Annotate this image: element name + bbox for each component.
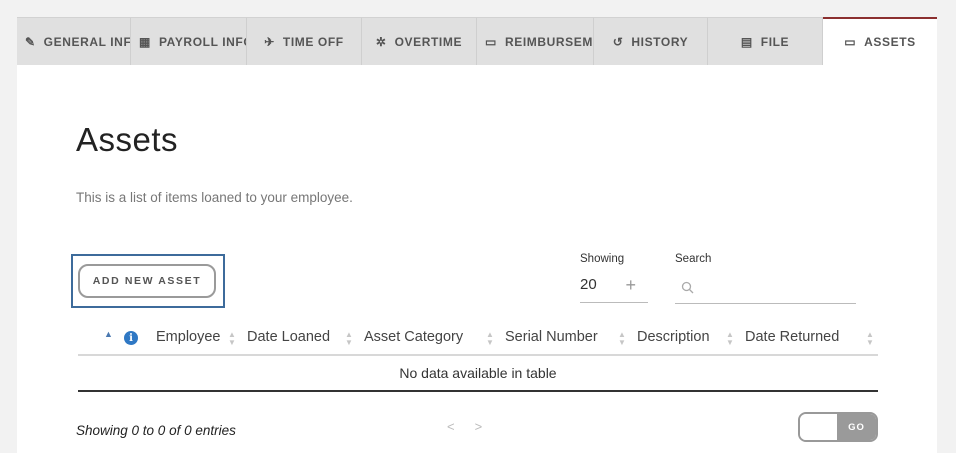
history-icon: ↺ <box>612 34 624 49</box>
assets-table: ▲ i Employee ▲ ▼ Date Loaned ▲ ▼ Asset Cat… <box>78 321 878 392</box>
search-input[interactable] <box>700 275 850 299</box>
column-description[interactable]: Description <box>637 329 710 345</box>
pencil-icon: ✎ <box>25 34 36 49</box>
tab-label: HISTORY <box>631 34 689 49</box>
gear-icon: ✲ <box>375 34 387 49</box>
search-icon <box>681 281 694 293</box>
empty-table-message: No data available in table <box>78 356 878 392</box>
info-icon[interactable]: i <box>124 331 138 345</box>
go-button[interactable]: GO <box>837 414 876 440</box>
page-subtitle: This is a list of items loaned to your e… <box>76 190 353 205</box>
plane-icon: ✈ <box>264 34 275 49</box>
previous-page-button[interactable]: < <box>447 419 455 434</box>
search-field[interactable] <box>675 271 856 304</box>
pagination: < > <box>447 419 482 434</box>
plus-icon[interactable]: + <box>625 276 636 294</box>
credit-card-icon: ▭ <box>485 34 497 49</box>
column-date-loaned[interactable]: Date Loaned <box>247 329 330 345</box>
tab-payroll-info[interactable]: ▦ PAYROLL INFO <box>131 17 247 65</box>
tab-file[interactable]: ▤ FILE <box>708 17 823 65</box>
sort-icon[interactable]: ▲ ▼ <box>618 331 626 347</box>
sort-icon[interactable]: ▲ ▼ <box>345 331 353 347</box>
archive-icon: ▤ <box>740 34 753 49</box>
table-header: ▲ i Employee ▲ ▼ Date Loaned ▲ ▼ Asset Cat… <box>78 321 878 356</box>
page-title: Assets <box>76 121 179 158</box>
tab-label: OVERTIME <box>394 34 463 49</box>
tab-label: FILE <box>760 34 790 49</box>
go-toggle[interactable]: GO <box>798 412 878 442</box>
toggle-knob <box>800 414 837 440</box>
sort-icon[interactable]: ▲ ▼ <box>486 331 494 347</box>
page-size-value: 20 <box>580 276 597 293</box>
tab-reimbursements[interactable]: ▭ REIMBURSEMENTS <box>477 17 594 65</box>
assets-panel: Assets This is a list of items loaned to… <box>17 65 937 453</box>
tab-overtime[interactable]: ✲ OVERTIME <box>362 17 477 65</box>
tab-label: TIME OFF <box>282 34 344 49</box>
tab-label: PAYROLL INFO <box>158 34 247 49</box>
column-serial-number[interactable]: Serial Number <box>505 329 598 345</box>
sort-icon[interactable]: ▲ ▼ <box>228 331 236 347</box>
tab-label: REIMBURSEMENTS <box>504 34 593 49</box>
sort-icon[interactable]: ▲ ▼ <box>866 331 874 347</box>
tab-label: ASSETS <box>864 35 916 49</box>
tab-general-info[interactable]: ✎ GENERAL INFO <box>17 17 131 65</box>
tab-time-off[interactable]: ✈ TIME OFF <box>247 17 362 65</box>
sort-ascending-icon[interactable]: ▲ <box>104 330 113 339</box>
add-new-asset-button[interactable]: ADD NEW ASSET <box>78 264 216 298</box>
tab-assets[interactable]: ▭ ASSETS <box>823 17 937 65</box>
showing-label: Showing <box>580 253 625 265</box>
sort-icon[interactable]: ▲ ▼ <box>726 331 734 347</box>
tab-history[interactable]: ↺ HISTORY <box>594 17 708 65</box>
table-info: Showing 0 to 0 of 0 entries <box>76 423 236 438</box>
column-date-returned[interactable]: Date Returned <box>745 329 839 345</box>
tab-label: GENERAL INFO <box>43 34 131 49</box>
tab-bar: ✎ GENERAL INFO ▦ PAYROLL INFO ✈ TIME OFF… <box>17 17 937 65</box>
column-asset-category[interactable]: Asset Category <box>364 329 463 345</box>
calculator-icon: ▦ <box>139 34 151 49</box>
column-employee[interactable]: Employee <box>156 329 220 345</box>
next-page-button[interactable]: > <box>475 419 483 434</box>
laptop-icon: ▭ <box>844 35 857 49</box>
search-label: Search <box>675 253 712 265</box>
page-size-select[interactable]: 20 + <box>580 267 648 303</box>
